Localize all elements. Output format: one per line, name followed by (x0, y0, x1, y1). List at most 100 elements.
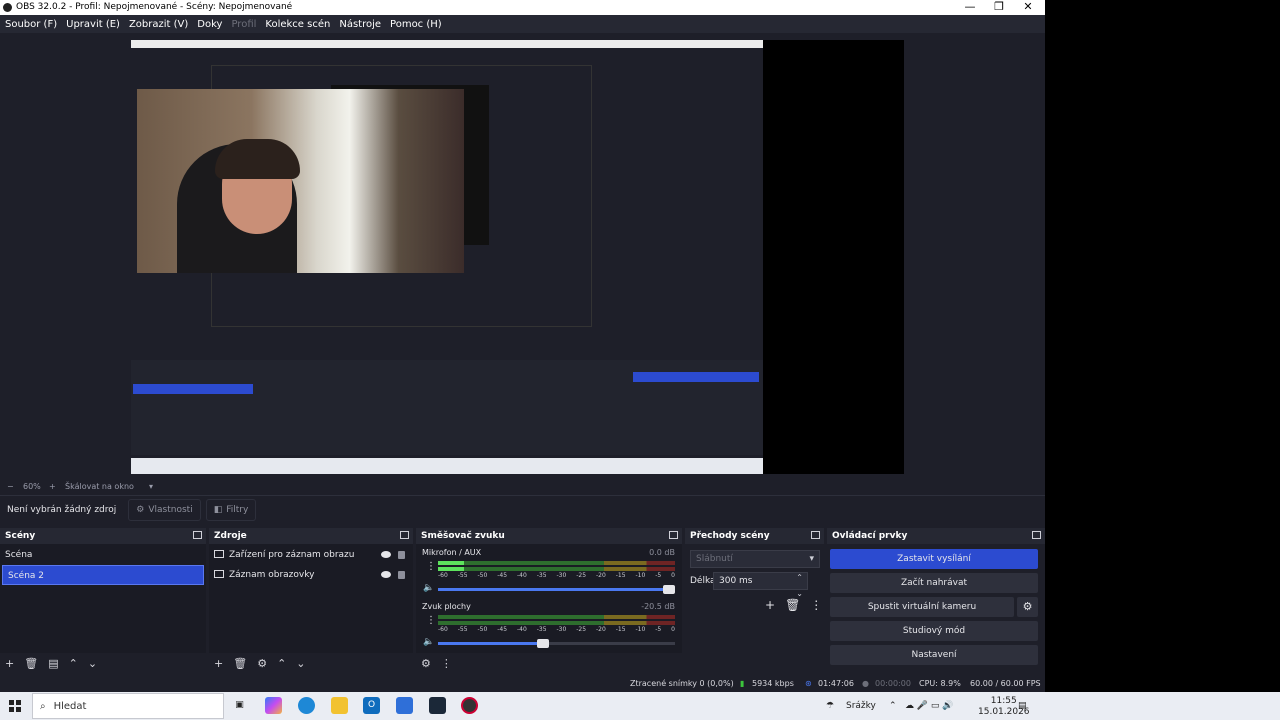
scale-tick-label: 0 (671, 626, 675, 633)
source-item-camera[interactable]: Zařízení pro záznam obrazu (209, 545, 413, 565)
menu-profile[interactable]: Profil (231, 19, 256, 30)
remove-source-button[interactable]: 🗑 (233, 657, 247, 670)
copilot-icon[interactable] (265, 697, 282, 714)
scene-item-scena-2[interactable]: Scéna 2 (2, 565, 204, 585)
nested-titlebar (131, 40, 763, 48)
track-menu-icon[interactable]: ⋮ (426, 616, 436, 626)
properties-button[interactable]: ⚙ Vlastnosti (128, 498, 201, 521)
zoom-out-button[interactable]: − (7, 480, 14, 494)
tray-app-icons[interactable]: ☁ 🎤 ▭ 🔊 (905, 692, 954, 720)
task-view-icon[interactable]: ▣ (231, 697, 248, 714)
obs-window: OBS 32.0.2 - Profil: Nepojmenované - Scé… (0, 0, 1045, 692)
start-recording-button[interactable]: Začít nahrávat (830, 573, 1038, 593)
title-bar: OBS 32.0.2 - Profil: Nepojmenované - Scé… (0, 0, 1045, 15)
menu-help[interactable]: Pomoc (H) (390, 19, 442, 30)
edge-icon[interactable] (298, 697, 315, 714)
advanced-audio-icon[interactable]: ⚙ (421, 657, 431, 670)
source-item-screen[interactable]: Záznam obrazovky (209, 565, 413, 585)
speaker-icon[interactable]: 🔈 (423, 638, 434, 647)
menu-view[interactable]: Zobrazit (V) (129, 19, 188, 30)
volume-slider[interactable] (438, 639, 675, 648)
menu-file[interactable]: Soubor (F) (5, 19, 57, 30)
filters-label: Filtry (226, 504, 249, 515)
scale-mode-select[interactable]: Škálovat na okno (65, 480, 134, 494)
track-menu-icon[interactable]: ⋮ (426, 562, 436, 572)
transition-menu-icon[interactable]: ⋮ (810, 598, 822, 612)
duration-spinbox[interactable]: 300 ms ⌃ ⌄ (713, 572, 808, 598)
menu-edit[interactable]: Upravit (E) (66, 19, 120, 30)
chevron-down-icon[interactable]: ▾ (149, 480, 153, 494)
add-transition-button[interactable]: + (765, 598, 775, 612)
visibility-eye-icon[interactable] (381, 551, 391, 558)
undock-icon[interactable] (1032, 531, 1041, 539)
meter-scale: -60 -55 -50 -45 -40 -35 -30 -25 -20 -15 -10 -5 0 (438, 572, 675, 580)
volume-meter (438, 615, 675, 619)
undock-icon[interactable] (669, 531, 678, 539)
transition-select[interactable]: Slábnutí ▾ (690, 550, 820, 568)
maximize-button[interactable]: ❐ (984, 0, 1014, 15)
menu-tools[interactable]: Nástroje (339, 19, 381, 30)
weather-text[interactable]: Srážky (846, 692, 876, 720)
slider-knob[interactable] (663, 585, 675, 594)
scenes-toolbar: + 🗑 ▤ ⌃ ⌄ (0, 653, 206, 673)
lock-icon[interactable] (398, 571, 405, 579)
move-scene-down-button[interactable]: ⌄ (88, 657, 97, 670)
volume-meter (438, 561, 675, 565)
scenes-dock-header: Scény (0, 528, 206, 544)
scene-filters-button[interactable]: ▤ (48, 657, 58, 670)
undock-icon[interactable] (193, 531, 202, 539)
menu-docks[interactable]: Doky (197, 19, 222, 30)
remove-transition-button[interactable]: 🗑 (785, 598, 800, 612)
mixer-menu-icon[interactable]: ⋮ (441, 657, 452, 670)
lock-icon[interactable] (398, 551, 405, 559)
volume-slider[interactable] (438, 585, 675, 594)
move-scene-up-button[interactable]: ⌃ (69, 657, 78, 670)
notifications-icon[interactable]: ▤ (1018, 692, 1027, 720)
zoom-in-button[interactable]: + (49, 480, 56, 494)
move-source-down-button[interactable]: ⌄ (296, 657, 305, 670)
store-icon[interactable] (396, 697, 413, 714)
source-properties-button[interactable]: ⚙ (257, 657, 267, 670)
scene-item-scena[interactable]: Scéna (0, 545, 206, 565)
tray-overflow-icon[interactable]: ⌃ (889, 692, 897, 720)
start-virtual-camera-button[interactable]: Spustit virtuální kameru (830, 597, 1014, 617)
scale-tick-label: -30 (556, 572, 567, 579)
studio-mode-button[interactable]: Studiový mód (830, 621, 1038, 641)
close-button[interactable]: ✕ (1013, 0, 1043, 15)
taskbar-search[interactable]: ⌕ Hledat (32, 693, 224, 719)
windows-taskbar: ⌕ Hledat ▣ O ☂ Srážky ⌃ ☁ 🎤 ▭ 🔊 11:55 15.… (0, 692, 1280, 720)
mixer-toolbar: ⚙ ⋮ (416, 653, 682, 673)
stop-streaming-button[interactable]: Zastavit vysílání (830, 549, 1038, 569)
properties-label: Vlastnosti (148, 504, 193, 515)
file-explorer-icon[interactable] (331, 697, 348, 714)
steam-icon[interactable] (429, 697, 446, 714)
scale-tick-label: -30 (556, 626, 567, 633)
meter-level (438, 567, 465, 571)
minimize-button[interactable]: — (955, 0, 985, 15)
record-icon: ● (862, 679, 869, 688)
move-source-up-button[interactable]: ⌃ (277, 657, 286, 670)
scale-tick-label: 0 (671, 572, 675, 579)
preview-canvas[interactable] (131, 40, 904, 474)
weather-icon[interactable]: ☂ (826, 692, 834, 720)
add-scene-button[interactable]: + (5, 657, 14, 670)
virtual-camera-settings-gear-icon[interactable]: ⚙ (1017, 597, 1038, 617)
remove-scene-button[interactable]: 🗑 (24, 657, 38, 670)
obs-taskbar-icon[interactable] (461, 697, 478, 714)
speaker-icon[interactable]: 🔈 (423, 584, 434, 593)
slider-knob[interactable] (537, 639, 550, 648)
undock-icon[interactable] (811, 531, 820, 539)
undock-icon[interactable] (400, 531, 409, 539)
windows-start-icon[interactable] (9, 700, 21, 712)
scale-tick-label: -15 (615, 626, 626, 633)
scale-tick-label: -40 (517, 572, 527, 579)
scale-tick-label: -10 (635, 626, 646, 633)
menu-scene-collection[interactable]: Kolekce scén (265, 19, 330, 30)
preview-area[interactable] (0, 33, 1045, 480)
settings-button[interactable]: Nastavení (830, 645, 1038, 665)
add-source-button[interactable]: + (214, 657, 223, 670)
filters-button[interactable]: ◧ Filtry (205, 498, 257, 521)
visibility-eye-icon[interactable] (381, 571, 391, 578)
outlook-icon[interactable]: O (363, 697, 380, 714)
no-source-selected: Není vybrán žádný zdroj (7, 504, 117, 515)
